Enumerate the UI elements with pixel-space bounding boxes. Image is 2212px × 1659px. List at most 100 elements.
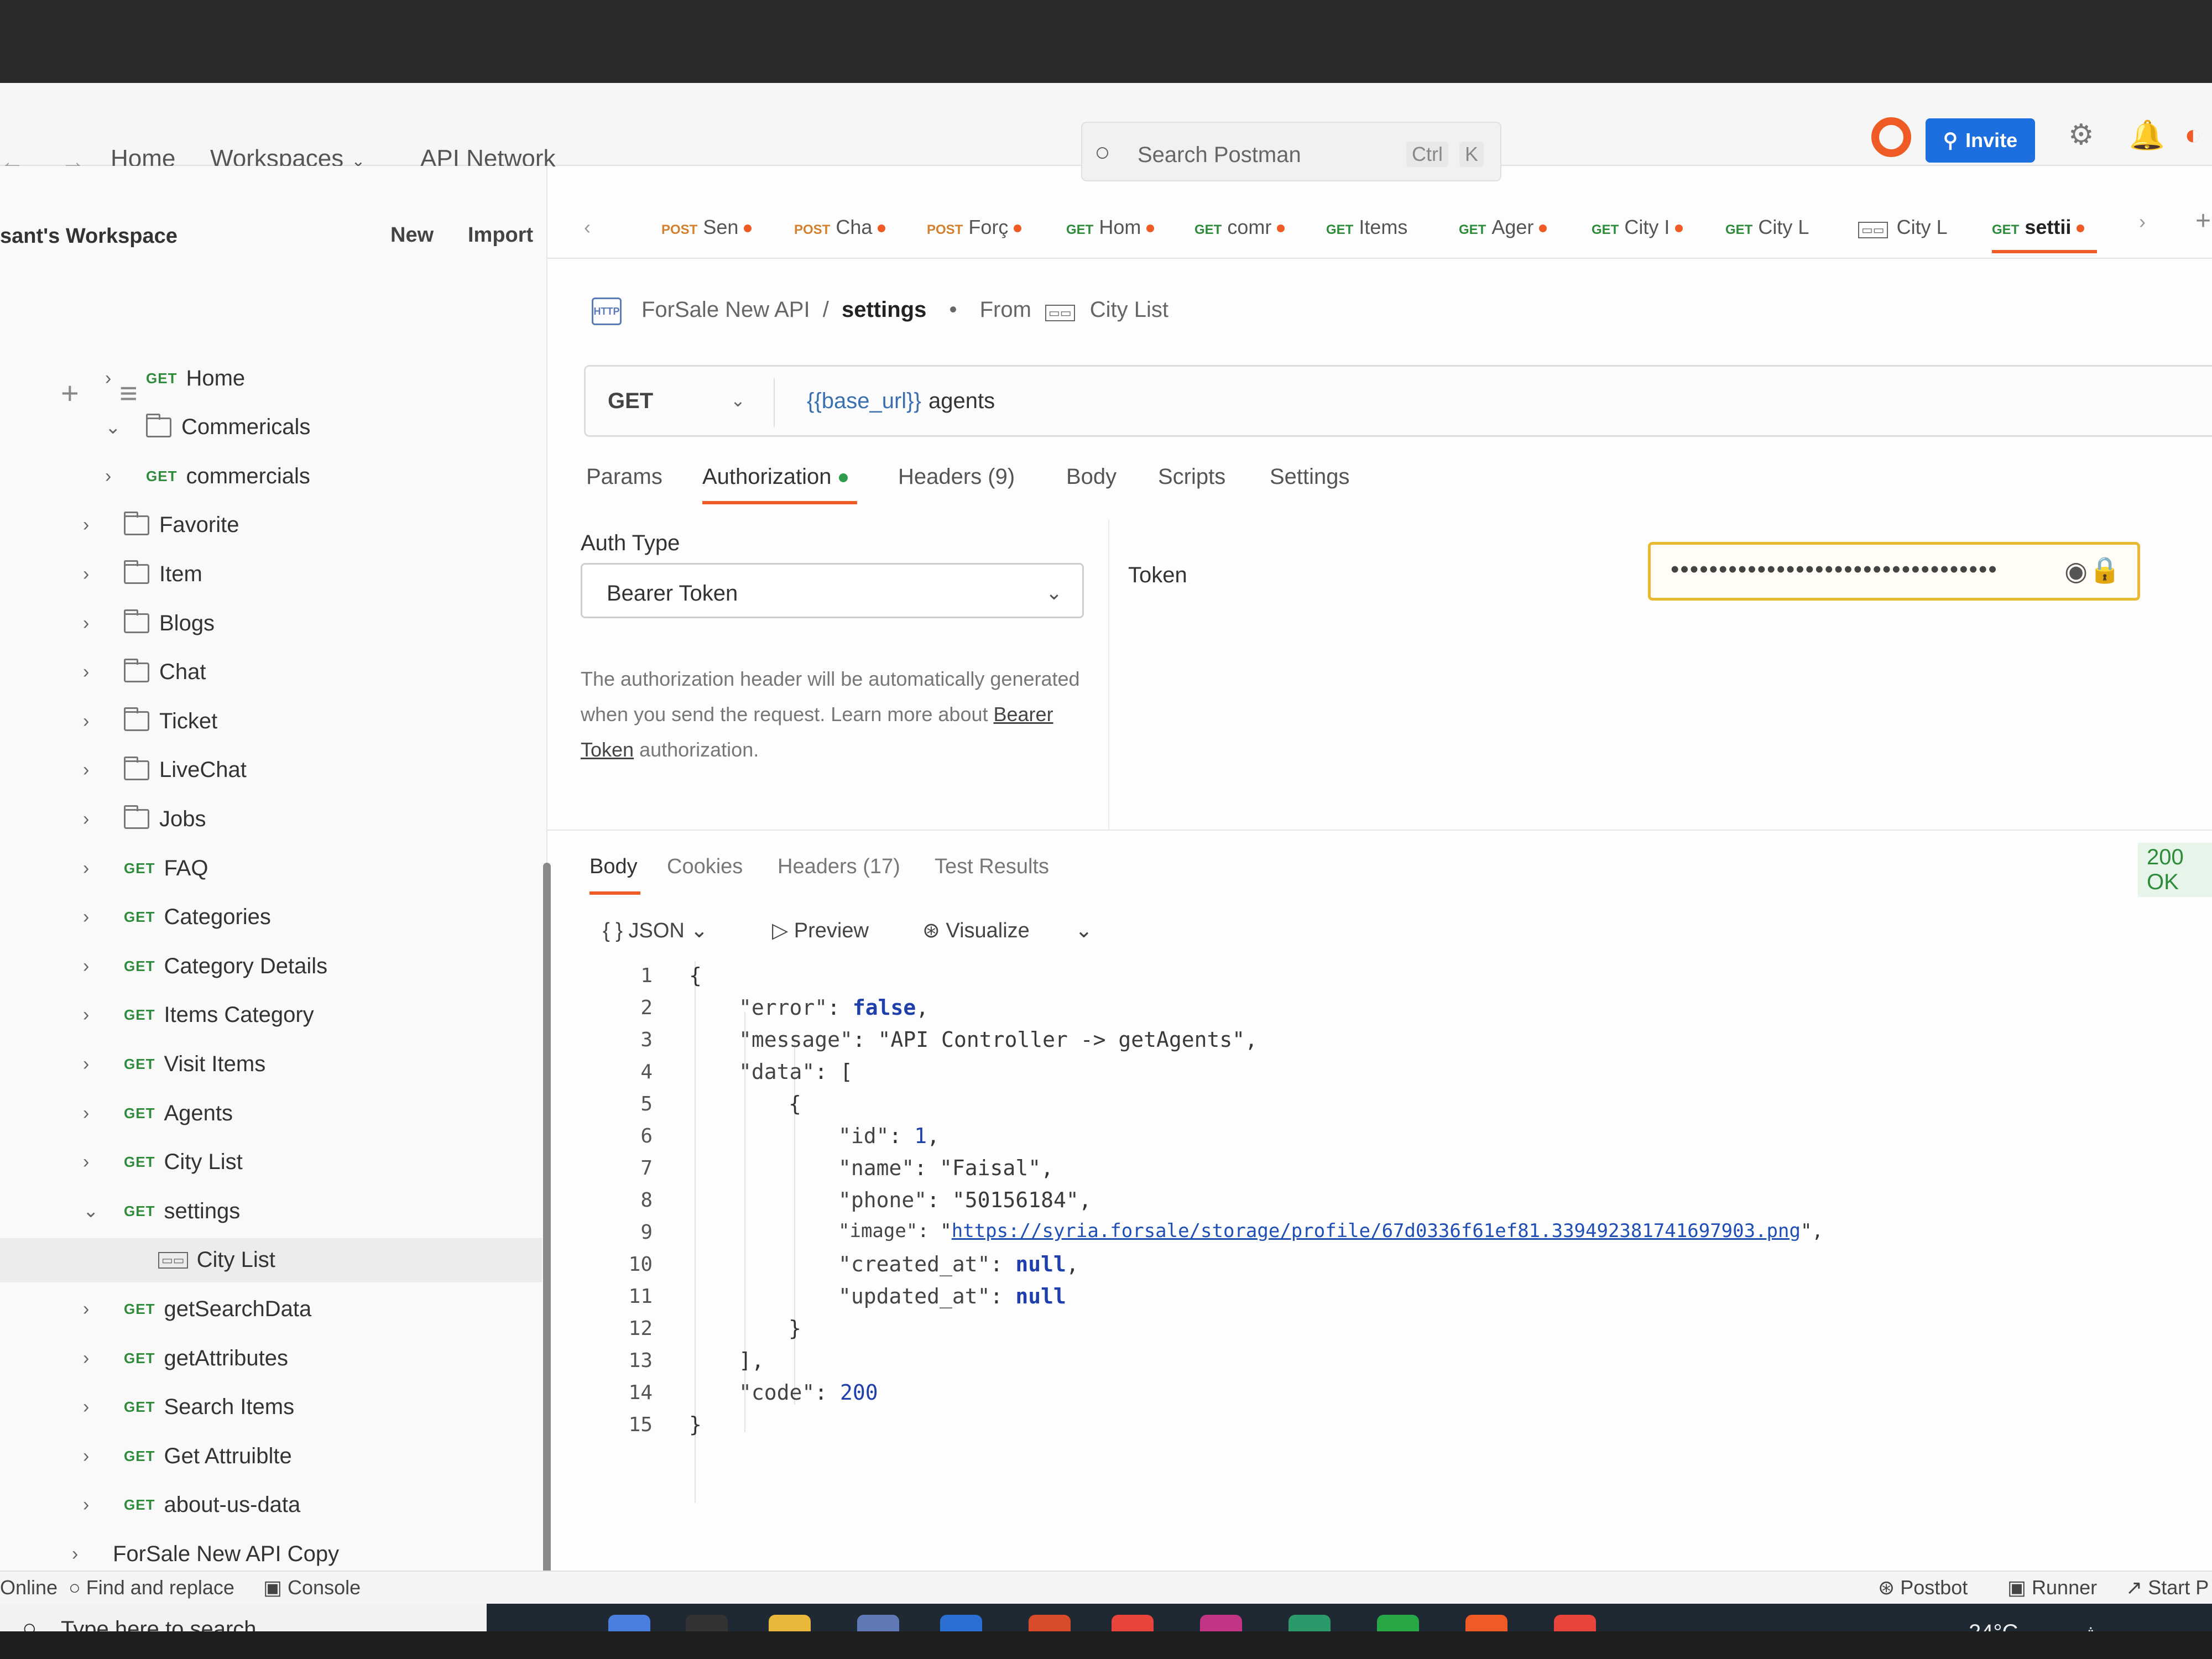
request-item[interactable]: › GET City List [83,1140,243,1185]
response-tab-body[interactable]: Body [589,855,638,879]
new-button[interactable]: New [390,223,434,247]
eye-icon[interactable]: ◉ [2064,556,2088,587]
folder-item[interactable]: ⌄ Commericals [105,405,310,450]
response-tab-cookies[interactable]: Cookies [667,855,743,879]
chevron-right-icon[interactable]: › [83,906,105,928]
response-tab-test-results[interactable]: Test Results [935,855,1049,879]
tab-authorization[interactable]: Authorization [702,465,848,489]
auth-type-select[interactable]: Bearer Token ⌄ [581,563,1084,618]
taskbar-weather[interactable]: مشمس [2041,1620,2113,1631]
terminal-app-icon[interactable] [686,1615,728,1631]
chevron-right-icon[interactable]: › [83,956,105,977]
chevron-down-icon[interactable]: ⌄ [731,390,745,411]
image-url-link[interactable]: https://syria.forsale/storage/profile/67… [952,1220,1801,1242]
tab-request[interactable]: GET settii [1992,216,2085,239]
request-item[interactable]: › GET getSearchData [83,1287,311,1331]
tab-headers[interactable]: Headers (9) [898,465,1015,489]
tabs-scroll-left-icon[interactable]: ‹ [584,216,591,239]
chevron-right-icon[interactable]: › [83,1494,105,1516]
tab-request[interactable]: GET Items [1326,216,1407,239]
browser-app-icon[interactable] [1288,1615,1331,1631]
postbot-button[interactable]: ⊛ Postbot [1878,1576,1968,1599]
chevron-right-icon[interactable]: › [72,1543,94,1565]
lock-warning-icon[interactable]: 🔒 [2089,555,2121,585]
format-select[interactable]: { } JSON ⌄ [603,918,708,943]
postman-status-icon[interactable] [1871,117,1911,157]
request-item[interactable]: › GET FAQ [83,846,208,890]
chevron-right-icon[interactable]: › [83,1053,105,1075]
chevron-right-icon[interactable]: › [83,1446,105,1467]
invite-button[interactable]: ⚲ Invite [1926,118,2035,163]
preview-button[interactable]: ▷ Preview [772,918,869,943]
response-tab-headers[interactable]: Headers (17) [778,855,900,879]
tab-request[interactable]: ▭▭ City L [1858,216,1948,239]
folder-item[interactable]: › LiveChat [83,748,247,792]
chevron-right-icon[interactable]: › [83,1396,105,1418]
chevron-right-icon[interactable]: › [83,1004,105,1026]
chrome-profile-app-icon[interactable] [1554,1615,1596,1631]
request-item[interactable]: › GET Home [105,356,245,400]
chevron-right-icon[interactable]: › [83,1103,105,1124]
request-item[interactable]: › GET Get Attruiblte [83,1434,292,1478]
request-item[interactable]: ⌄ GET settings [83,1189,240,1233]
chevron-down-icon[interactable]: ⌄ [83,1200,105,1222]
chevron-right-icon[interactable]: › [83,711,105,732]
from-example-link[interactable]: City List [1090,298,1168,322]
chevron-down-icon[interactable]: ⌄ [105,416,127,439]
breadcrumb-collection[interactable]: ForSale New API [641,298,810,322]
console-button[interactable]: ▣ Console [263,1576,361,1599]
tab-params[interactable]: Params [586,465,662,489]
chevron-right-icon[interactable]: › [83,808,105,830]
tab-request[interactable]: POST Cha [794,216,886,239]
gear-icon[interactable]: ⚙ [2068,118,2094,152]
taskbar-temperature[interactable]: 24°C [1969,1620,2018,1631]
request-item[interactable]: › GET Categories [83,895,271,940]
tab-request[interactable]: GET City I [1592,216,1683,239]
request-item[interactable]: › GET Category Details [83,944,327,988]
collection-item[interactable]: › ForSale New API Copy [72,1532,339,1576]
url-input[interactable]: agents [928,389,995,414]
office-app-icon[interactable] [1029,1615,1071,1631]
chevron-right-icon[interactable]: › [83,514,105,536]
folder-item[interactable]: › Item [83,552,202,596]
breadcrumb-request[interactable]: settings [842,298,926,322]
folder-item[interactable]: › Favorite [83,503,239,547]
chevron-right-icon[interactable]: › [83,613,105,634]
tab-request[interactable]: POST Sen [661,216,752,239]
import-button[interactable]: Import [468,223,533,247]
folder-item[interactable]: › Ticket [83,699,217,743]
find-replace-button[interactable]: ○ Find and replace [69,1576,234,1599]
postman-app-icon[interactable] [1465,1615,1507,1631]
example-item[interactable]: ▭▭ City List [0,1238,542,1282]
request-item[interactable]: › GET Items Category [83,993,314,1037]
chevron-right-icon[interactable]: › [83,1348,105,1369]
avatar[interactable]: ◐ [2184,118,2201,152]
tabs-scroll-right-icon[interactable]: › [2139,210,2146,233]
chevron-right-icon[interactable]: › [83,564,105,585]
chevron-right-icon[interactable]: › [105,368,127,389]
start-proxy-button[interactable]: ↗ Start P [2126,1576,2209,1599]
request-item[interactable]: › GET Search Items [83,1385,294,1430]
tab-request[interactable]: GET Hom [1066,216,1155,239]
visualize-chevron-icon[interactable]: ⌄ [1075,918,1093,943]
chevron-right-icon[interactable]: › [83,858,105,879]
tab-body[interactable]: Body [1066,465,1117,489]
request-item[interactable]: › GET Agents [83,1091,233,1135]
outlook-app-icon[interactable] [940,1615,982,1631]
chevron-right-icon[interactable]: › [83,1151,105,1173]
tab-scripts[interactable]: Scripts [1158,465,1225,489]
chevron-right-icon[interactable]: › [105,466,127,487]
sidebar-scrollbar[interactable] [543,863,551,1631]
edge-app-icon[interactable] [608,1615,650,1631]
request-item[interactable]: › GET getAttributes [83,1336,288,1380]
runner-button[interactable]: ▣ Runner [2007,1576,2097,1599]
url-variable[interactable]: {{base_url}} [807,389,921,414]
instagram-app-icon[interactable] [1200,1615,1242,1631]
online-status[interactable]: Online [0,1576,58,1599]
chevron-right-icon[interactable]: › [83,661,105,683]
store-app-icon[interactable] [857,1615,899,1631]
token-input[interactable]: •••••••••••••••••••••••••••••••••• ◉ 🔒 [1648,542,2140,601]
bell-icon[interactable]: 🔔 [2129,118,2165,152]
tab-request[interactable]: POST Forç [927,216,1022,239]
tab-request[interactable]: GET Ager [1459,216,1547,239]
